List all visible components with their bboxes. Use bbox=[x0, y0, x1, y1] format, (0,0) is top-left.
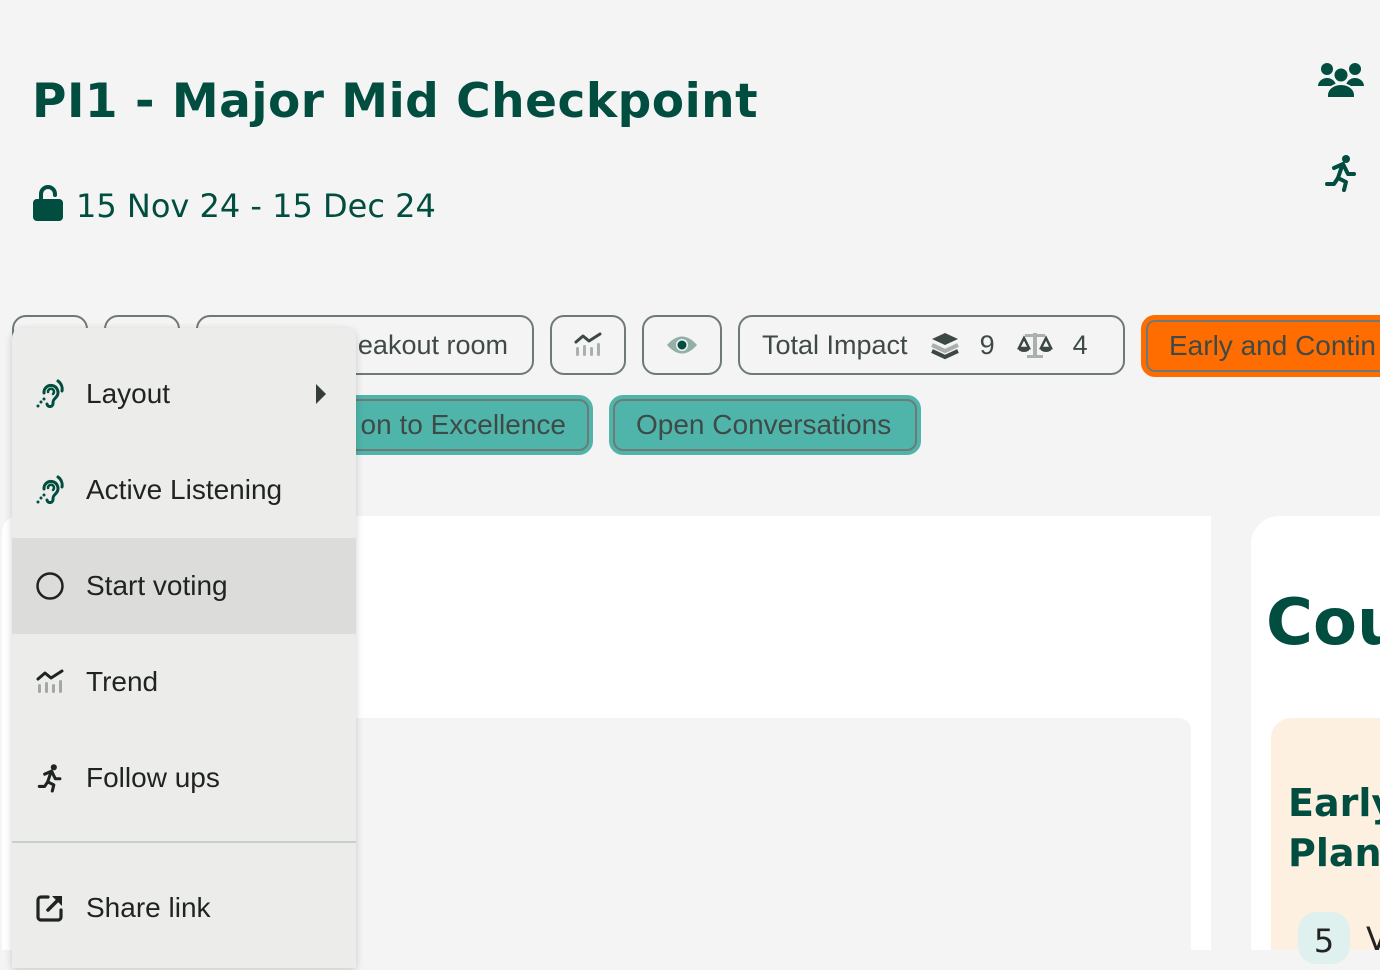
external-link-icon bbox=[34, 892, 66, 924]
trend-chart-icon bbox=[574, 332, 602, 356]
runner-icon bbox=[34, 762, 66, 794]
menu-item-label: Trend bbox=[86, 666, 159, 697]
ear-listening-icon bbox=[34, 378, 66, 410]
eye-icon bbox=[667, 336, 697, 354]
menu-item-active-listening[interactable]: Active Listening bbox=[12, 442, 356, 538]
menu-item-layout[interactable]: Layout bbox=[12, 346, 356, 442]
unlock-icon[interactable] bbox=[32, 184, 64, 227]
page-title: PI1 - Major Mid Checkpoint bbox=[32, 74, 759, 129]
trend-button[interactable] bbox=[550, 315, 626, 375]
menu-item-follow-ups[interactable]: Follow ups bbox=[12, 730, 356, 826]
menu-item-label: Follow ups bbox=[86, 762, 220, 793]
total-impact-label: Total Impact bbox=[762, 329, 908, 360]
circle-icon bbox=[34, 570, 66, 602]
layers-icon bbox=[930, 333, 959, 360]
topic-card-title-line1: Early bbox=[1288, 781, 1380, 825]
tag-open-conversations[interactable]: Open Conversations bbox=[609, 395, 921, 455]
tag-label: Open Conversations bbox=[636, 409, 892, 440]
topic-card-title-line2: Plann bbox=[1288, 831, 1380, 875]
vote-count-badge: 5 bbox=[1298, 912, 1350, 964]
tag-label: on to Excellence bbox=[360, 409, 566, 440]
visibility-toggle-button[interactable] bbox=[642, 315, 722, 375]
menu-item-label: Layout bbox=[86, 378, 171, 409]
topic-tag-orange-label: Early and Contin bbox=[1169, 330, 1377, 361]
trend-chart-icon bbox=[34, 666, 66, 698]
chevron-right-icon bbox=[316, 384, 326, 404]
badge-trailing-text: V bbox=[1366, 920, 1380, 958]
menu-item-label: Share link bbox=[86, 892, 211, 923]
menu-item-share-link[interactable]: Share link bbox=[12, 860, 356, 956]
date-range: 15 Nov 24 - 15 Dec 24 bbox=[76, 186, 436, 225]
date-range-row: 15 Nov 24 - 15 Dec 24 bbox=[32, 184, 436, 227]
balance-count: 4 bbox=[1072, 329, 1088, 360]
participants-icon[interactable] bbox=[1318, 60, 1364, 100]
menu-item-label: Active Listening bbox=[86, 474, 283, 505]
follow-ups-runner-icon[interactable] bbox=[1324, 154, 1358, 192]
menu-item-label: Start voting bbox=[86, 570, 228, 601]
total-impact-chip[interactable]: Total Impact 9 4 bbox=[738, 315, 1125, 375]
menu-divider bbox=[12, 841, 356, 843]
balance-scale-icon bbox=[1016, 333, 1053, 358]
ear-listening-icon bbox=[34, 474, 66, 506]
context-menu: Layout Active Listening Start voting Tre… bbox=[12, 328, 356, 968]
menu-item-start-voting[interactable]: Start voting bbox=[12, 538, 356, 634]
topic-tag-orange[interactable]: Early and Contin bbox=[1141, 315, 1380, 377]
layers-count: 9 bbox=[979, 329, 995, 360]
menu-item-trend[interactable]: Trend bbox=[12, 634, 356, 730]
breakout-room-label: eakout room bbox=[357, 329, 508, 360]
right-panel-heading: Cou bbox=[1266, 586, 1380, 660]
